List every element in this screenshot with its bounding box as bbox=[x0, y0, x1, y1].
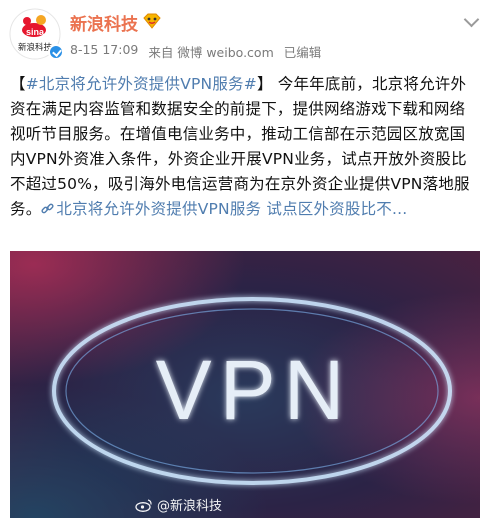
image-watermark: @新浪科技 bbox=[135, 495, 222, 514]
verified-icon bbox=[48, 44, 64, 60]
post-source[interactable]: 来自 微博 weibo.com bbox=[148, 42, 273, 61]
username[interactable]: 新浪科技 bbox=[70, 10, 138, 35]
post-image[interactable]: VPN @新浪科技 bbox=[10, 251, 480, 518]
watermark-text: @新浪科技 bbox=[156, 499, 222, 514]
weibo-logo-icon bbox=[135, 498, 152, 512]
close-bracket: 】 bbox=[256, 75, 273, 93]
post-header: sina 新浪科技 新浪科技 8-15 17:09 来自 微博 weibo.co… bbox=[0, 0, 489, 72]
post-content: 今年年底前，北京将允许外资在满足内容监管和数据安全的前提下，提供网络游戏下载和网… bbox=[10, 75, 470, 218]
open-bracket: 【 bbox=[10, 75, 26, 93]
article-link-text: 北京将允许外资提供VPN服务 试点区外资股比不... bbox=[56, 200, 408, 218]
chevron-down-icon[interactable] bbox=[463, 11, 480, 28]
edited-label[interactable]: 已编辑 bbox=[284, 42, 322, 61]
avatar-logo-text: sina bbox=[26, 27, 45, 37]
article-link[interactable]: 北京将允许外资提供VPN服务 试点区外资股比不... bbox=[41, 200, 407, 218]
post-meta: 8-15 17:09 来自 微博 weibo.com 已编辑 bbox=[70, 42, 321, 61]
vpn-image-text: VPN bbox=[156, 343, 353, 437]
post-body: 【#北京将允许外资提供VPN服务#】 今年年底前，北京将允许外资在满足内容监管和… bbox=[10, 72, 480, 222]
vip-badge-icon[interactable] bbox=[142, 12, 162, 30]
link-icon bbox=[41, 203, 54, 214]
hashtag-link[interactable]: #北京将允许外资提供VPN服务# bbox=[26, 75, 257, 93]
post-time: 8-15 17:09 bbox=[70, 42, 139, 57]
